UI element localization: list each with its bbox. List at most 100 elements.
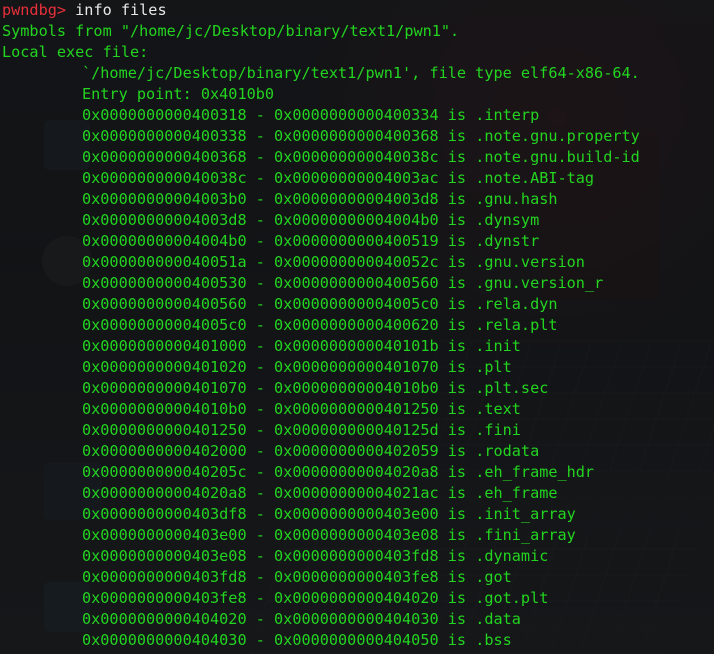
section-end-address: 0x0000000000400620 [274, 316, 439, 334]
is-word: is [438, 190, 476, 208]
range-separator: - [246, 463, 275, 481]
section-end-address: 0x0000000000402059 [274, 442, 439, 460]
section-row: 0x000000000040051a - 0x000000000040052c … [2, 252, 585, 273]
is-word: is [438, 421, 476, 439]
is-word: is [438, 358, 476, 376]
section-start-address: 0x0000000000400338 [82, 127, 247, 145]
section-start-address: 0x0000000000402000 [82, 442, 247, 460]
section-start-address: 0x0000000000401250 [82, 421, 247, 439]
section-name: .dynstr [475, 232, 540, 250]
terminal-window[interactable]: pwndbg> info files Symbols from "/home/j… [0, 0, 714, 654]
range-separator: - [246, 316, 275, 334]
is-word: is [438, 484, 476, 502]
range-separator: - [246, 631, 275, 649]
section-name: .rodata [475, 442, 540, 460]
section-end-address: 0x000000000040038c [274, 148, 439, 166]
section-name: .got [475, 568, 512, 586]
section-row: 0x0000000000401070 - 0x00000000004010b0 … [2, 378, 548, 399]
section-name: .note.gnu.build-id [475, 148, 640, 166]
section-end-address: 0x000000000040101b [274, 337, 439, 355]
section-start-address: 0x00000000004003d8 [82, 211, 247, 229]
section-end-address: 0x0000000000400560 [274, 274, 439, 292]
is-word: is [438, 568, 476, 586]
section-end-address: 0x00000000004010b0 [274, 379, 439, 397]
range-separator: - [246, 295, 275, 313]
is-word: is [438, 295, 476, 313]
section-start-address: 0x0000000000403fd8 [82, 568, 247, 586]
is-word: is [438, 337, 476, 355]
range-separator: - [246, 610, 275, 628]
section-row: 0x00000000004004b0 - 0x0000000000400519 … [2, 231, 539, 252]
section-row: 0x0000000000400338 - 0x0000000000400368 … [2, 126, 640, 147]
section-name: .gnu.hash [475, 190, 558, 208]
is-word: is [438, 169, 476, 187]
section-start-address: 0x00000000004004b0 [82, 232, 247, 250]
section-name: .note.gnu.property [475, 127, 640, 145]
section-name: .plt [475, 358, 512, 376]
section-end-address: 0x0000000000404020 [274, 589, 439, 607]
section-name: .interp [475, 106, 540, 124]
section-end-address: 0x00000000004020a8 [274, 463, 439, 481]
section-start-address: 0x00000000004020a8 [82, 484, 247, 502]
range-separator: - [246, 148, 275, 166]
is-word: is [438, 463, 476, 481]
command-text: info files [66, 1, 167, 19]
section-row: 0x0000000000400318 - 0x0000000000400334 … [2, 105, 539, 126]
range-separator: - [246, 253, 275, 271]
section-end-address: 0x00000000004003ac [274, 169, 439, 187]
section-row: 0x0000000000400560 - 0x00000000004005c0 … [2, 294, 558, 315]
section-name: .fini_array [475, 526, 576, 544]
section-end-address: 0x0000000000401070 [274, 358, 439, 376]
section-name: .bss [475, 631, 512, 649]
section-name: .got.plt [475, 589, 549, 607]
section-name: .text [475, 400, 521, 418]
is-word: is [438, 505, 476, 523]
is-word: is [438, 442, 476, 460]
section-end-address: 0x00000000004004b0 [274, 211, 439, 229]
section-row: 0x00000000004020a8 - 0x00000000004021ac … [2, 483, 558, 504]
section-row: 0x00000000004003d8 - 0x00000000004004b0 … [2, 210, 539, 231]
prompt-label: pwndbg> [2, 1, 67, 19]
section-end-address: 0x0000000000404030 [274, 610, 439, 628]
section-start-address: 0x0000000000401000 [82, 337, 247, 355]
section-end-address: 0x0000000000400334 [274, 106, 439, 124]
range-separator: - [246, 484, 275, 502]
section-end-address: 0x0000000000403fd8 [274, 547, 439, 565]
is-word: is [438, 589, 476, 607]
section-row: 0x0000000000401000 - 0x000000000040101b … [2, 336, 521, 357]
range-separator: - [246, 337, 275, 355]
range-separator: - [246, 106, 275, 124]
range-separator: - [246, 169, 275, 187]
is-word: is [438, 127, 476, 145]
section-row: 0x0000000000403e08 - 0x0000000000403fd8 … [2, 546, 548, 567]
section-start-address: 0x0000000000403e00 [82, 526, 247, 544]
section-row: 0x000000000040205c - 0x00000000004020a8 … [2, 462, 594, 483]
section-end-address: 0x0000000000403e00 [274, 505, 439, 523]
is-word: is [438, 526, 476, 544]
file-type-line: `/home/jc/Desktop/binary/text1/pwn1', fi… [82, 64, 640, 82]
section-start-address: 0x0000000000400368 [82, 148, 247, 166]
range-separator: - [246, 442, 275, 460]
section-end-address: 0x0000000000400519 [274, 232, 439, 250]
section-end-address: 0x0000000000401250 [274, 400, 439, 418]
section-end-address: 0x00000000004005c0 [274, 295, 439, 313]
entry-point-line: Entry point: 0x4010b0 [82, 85, 275, 103]
range-separator: - [246, 274, 275, 292]
range-separator: - [246, 400, 275, 418]
section-name: .dynamic [475, 547, 549, 565]
section-row: 0x0000000000402000 - 0x0000000000402059 … [2, 441, 539, 462]
section-name: .eh_frame_hdr [475, 463, 595, 481]
section-name: .eh_frame [475, 484, 558, 502]
range-separator: - [246, 190, 275, 208]
is-word: is [438, 106, 476, 124]
section-end-address: 0x0000000000404050 [274, 631, 439, 649]
range-separator: - [246, 505, 275, 523]
section-end-address: 0x000000000040125d [274, 421, 439, 439]
is-word: is [438, 610, 476, 628]
section-row: 0x0000000000400368 - 0x000000000040038c … [2, 147, 640, 168]
section-row: 0x0000000000403fd8 - 0x0000000000403fe8 … [2, 567, 512, 588]
section-start-address: 0x0000000000400560 [82, 295, 247, 313]
is-word: is [438, 211, 476, 229]
is-word: is [438, 547, 476, 565]
section-start-address: 0x00000000004010b0 [82, 400, 247, 418]
